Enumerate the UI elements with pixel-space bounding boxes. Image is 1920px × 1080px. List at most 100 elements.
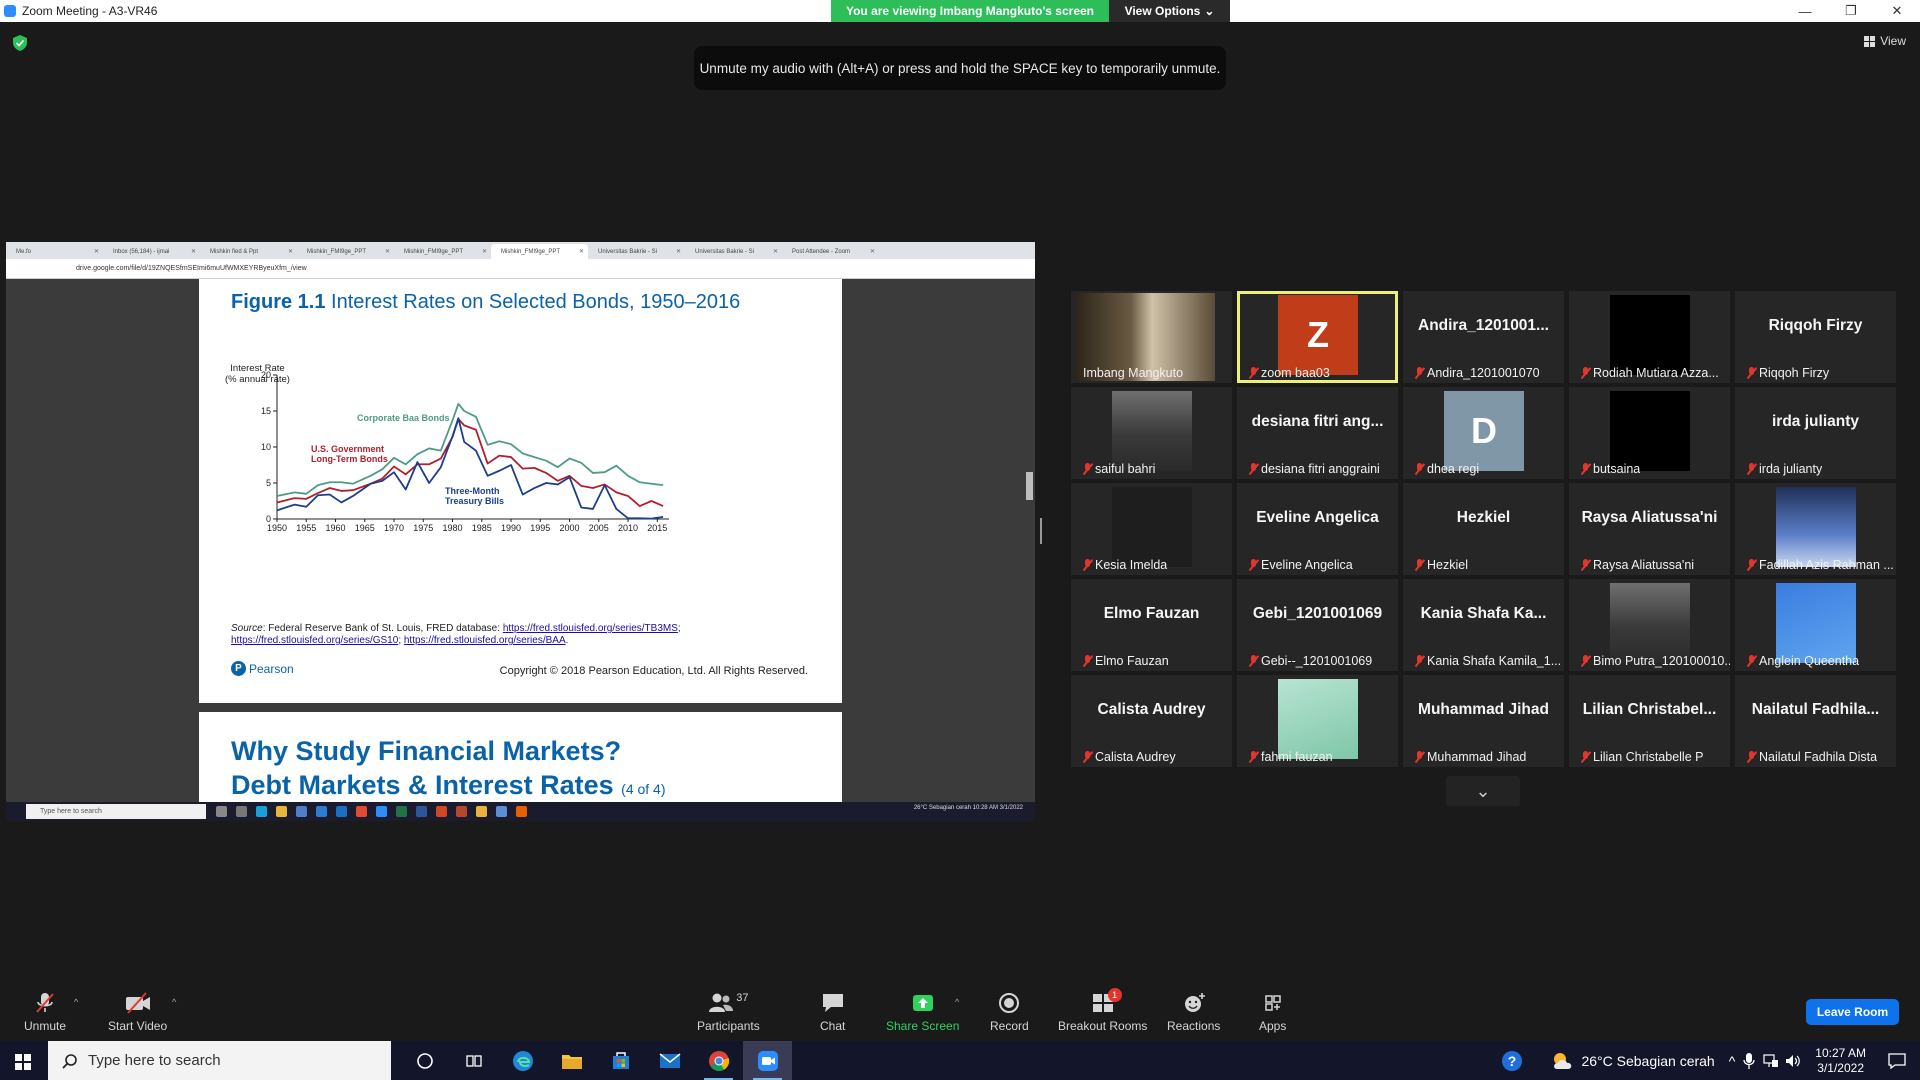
view-options-button[interactable]: View Options ⌄ <box>1109 0 1230 22</box>
participant-tile[interactable]: Calista Audrey Calista Audrey <box>1071 675 1232 767</box>
panel-resize-handle[interactable] <box>1040 518 1042 544</box>
muted-mic-icon <box>1581 367 1590 379</box>
x-tick-label: 1955 <box>296 523 316 533</box>
participant-name: desiana fitri anggraini <box>1261 462 1380 476</box>
taskbar-clock[interactable]: 10:27 AM 3/1/2022 <box>1815 1046 1866 1076</box>
volume-icon[interactable] <box>1785 1054 1801 1068</box>
close-icon[interactable]: ✕ <box>1874 0 1920 22</box>
participant-name-label: Imbang Mangkuto <box>1083 366 1183 380</box>
participant-tile[interactable]: desiana fitri ang... desiana fitri anggra… <box>1237 387 1398 479</box>
browser-tab[interactable]: Inbox (56,184) - ijmai <box>103 244 200 259</box>
video-options-caret-icon[interactable]: ^ <box>172 997 176 1007</box>
participant-display-name: Kania Shafa Ka... <box>1420 605 1547 622</box>
gallery-next-page-button[interactable]: ⌄ <box>1446 776 1520 806</box>
record-icon <box>999 993 1020 1013</box>
browser-tab[interactable]: Universitas Bakrie - Si <box>588 244 685 259</box>
taskbar-search-box[interactable]: Type here to search <box>48 1041 391 1080</box>
participant-tile[interactable]: Eveline Angelica Eveline Angelica <box>1237 483 1398 575</box>
show-hidden-icons-icon[interactable]: ^ <box>1729 1053 1736 1069</box>
file-explorer-icon[interactable] <box>547 1041 596 1080</box>
audio-options-caret-icon[interactable]: ^ <box>74 997 78 1007</box>
share-screen-button[interactable]: Share Screen <box>886 991 959 1033</box>
reactions-button[interactable]: Reactions <box>1167 991 1220 1033</box>
microsoft-store-icon[interactable] <box>596 1041 645 1080</box>
start-video-button[interactable]: Start Video <box>108 991 167 1033</box>
apps-button[interactable]: Apps <box>1259 991 1286 1033</box>
series-label: U.S. Government Long-Term Bonds <box>311 444 388 464</box>
source-link-baa[interactable]: https://fred.stlouisfed.org/series/BAA <box>404 635 566 646</box>
browser-tab[interactable]: Me.fo <box>6 244 103 259</box>
participant-name-label: Eveline Angelica <box>1249 558 1353 572</box>
participant-tile[interactable]: Raysa Aliatussa'ni Raysa Aliatussa'ni <box>1569 483 1730 575</box>
participant-tile[interactable]: fahmi fauzan <box>1237 675 1398 767</box>
source-link-gs10[interactable]: https://fred.stlouisfed.org/series/GS10 <box>231 635 398 646</box>
view-layout-button[interactable]: View <box>1864 34 1906 48</box>
participant-tile[interactable]: Ddhea regi <box>1403 387 1564 479</box>
participant-name-label: Lilian Christabelle P <box>1581 750 1703 764</box>
network-icon[interactable] <box>1763 1053 1779 1068</box>
leave-room-button[interactable]: Leave Room <box>1806 999 1899 1025</box>
restore-icon[interactable]: ❐ <box>1828 0 1874 22</box>
participant-tile[interactable]: saiful bahri <box>1071 387 1232 479</box>
participant-tile[interactable]: Lilian Christabel... Lilian Christabelle … <box>1569 675 1730 767</box>
chrome-browser-icon[interactable] <box>694 1041 743 1080</box>
participant-name: Imbang Mangkuto <box>1083 366 1184 380</box>
participant-tile[interactable]: Rodiah Mutiara Azza... <box>1569 291 1730 383</box>
weather-text[interactable]: 26°C Sebagian cerah <box>1581 1053 1714 1069</box>
browser-tab[interactable]: Post Attendee - Zoom <box>782 244 879 259</box>
browser-tab[interactable]: Mishkin_FMI9ge_PPT <box>394 244 491 259</box>
video-off-icon <box>125 992 150 1014</box>
unmute-button[interactable]: Unmute <box>24 991 66 1033</box>
windows-start-icon[interactable] <box>15 1054 31 1070</box>
participant-tile[interactable]: Gebi_1201001069 Gebi--_1201001069 <box>1237 579 1398 671</box>
participant-tile[interactable]: Andira_1201001... Andira_1201001070 <box>1403 291 1564 383</box>
muted-mic-icon <box>1083 559 1092 571</box>
participant-tile[interactable]: Hezkiel Hezkiel <box>1403 483 1564 575</box>
participant-tile[interactable]: butsaina <box>1569 387 1730 479</box>
encryption-shield-icon[interactable] <box>13 35 27 51</box>
participant-name: Muhammad Jihad <box>1427 750 1527 764</box>
viewing-screen-banner: You are viewing Imbang Mangkuto's screen <box>831 0 1109 22</box>
browser-tab[interactable]: Mishkin_FMI9ge_PPT <box>491 244 588 259</box>
zoom-app-taskbar-icon[interactable] <box>743 1041 792 1080</box>
notifications-icon[interactable] <box>1888 1052 1906 1069</box>
edge-browser-icon[interactable] <box>498 1041 547 1080</box>
chat-button[interactable]: Chat <box>820 991 845 1033</box>
muted-mic-icon <box>1249 559 1258 571</box>
chat-label: Chat <box>820 1019 846 1033</box>
breakout-rooms-button[interactable]: 1 Breakout Rooms <box>1058 988 1147 1033</box>
cortana-icon[interactable] <box>400 1041 449 1080</box>
browser-tab[interactable]: Universitas Bakrie - Si <box>685 244 782 259</box>
participant-tile[interactable]: Kesia Imelda <box>1071 483 1232 575</box>
help-icon[interactable]: ? <box>1501 1050 1523 1072</box>
share-options-caret-icon[interactable]: ^ <box>955 997 959 1007</box>
participant-tile[interactable]: Kania Shafa Ka... Kania Shafa Kamila_1... <box>1403 579 1564 671</box>
muted-mic-icon <box>1747 559 1756 571</box>
minimize-icon[interactable]: — <box>1782 0 1828 22</box>
record-button[interactable]: Record <box>990 991 1029 1033</box>
participant-tile[interactable]: Zzoom baa03 <box>1237 291 1398 383</box>
participant-tile[interactable]: Imbang Mangkuto <box>1071 291 1232 383</box>
source-link-tb3ms[interactable]: https://fred.stlouisfed.org/series/TB3MS <box>503 623 678 634</box>
participant-tile[interactable]: Nailatul Fadhila... Nailatul Fadhila Dist… <box>1735 675 1896 767</box>
participant-name: irda julianty <box>1759 462 1823 476</box>
x-tick-label: 1965 <box>355 523 375 533</box>
browser-address-bar: drive.google.com/file/d/19ZNQESfmSEImi6m… <box>6 259 1035 279</box>
task-view-icon[interactable] <box>449 1041 498 1080</box>
microphone-icon[interactable] <box>1743 1052 1755 1069</box>
participant-display-name: Elmo Fauzan <box>1103 605 1200 622</box>
participant-tile[interactable]: Elmo Fauzan Elmo Fauzan <box>1071 579 1232 671</box>
slide-scrollbar-thumb[interactable] <box>1026 472 1033 500</box>
chevron-down-icon: ⌄ <box>1475 780 1491 801</box>
participant-name: dhea regi <box>1427 462 1480 476</box>
participant-tile[interactable]: Riqqoh Firzy Riqqoh Firzy <box>1735 291 1896 383</box>
browser-tab[interactable]: Mishkin fied & Ppt <box>200 244 297 259</box>
mail-icon[interactable] <box>645 1041 694 1080</box>
participant-tile[interactable]: Bimo Putra_120100010... <box>1569 579 1730 671</box>
participant-tile[interactable]: Fadillah Azis Rahman ... <box>1735 483 1896 575</box>
participant-tile[interactable]: Muhammad Jihad Muhammad Jihad <box>1403 675 1564 767</box>
participant-tile[interactable]: irda julianty irda julianty <box>1735 387 1896 479</box>
browser-tab[interactable]: Mishkin_FMI9ge_PPT <box>297 244 394 259</box>
participant-tile[interactable]: Anglein Queentha <box>1735 579 1896 671</box>
participants-button[interactable]: 37 Participants <box>697 991 760 1033</box>
